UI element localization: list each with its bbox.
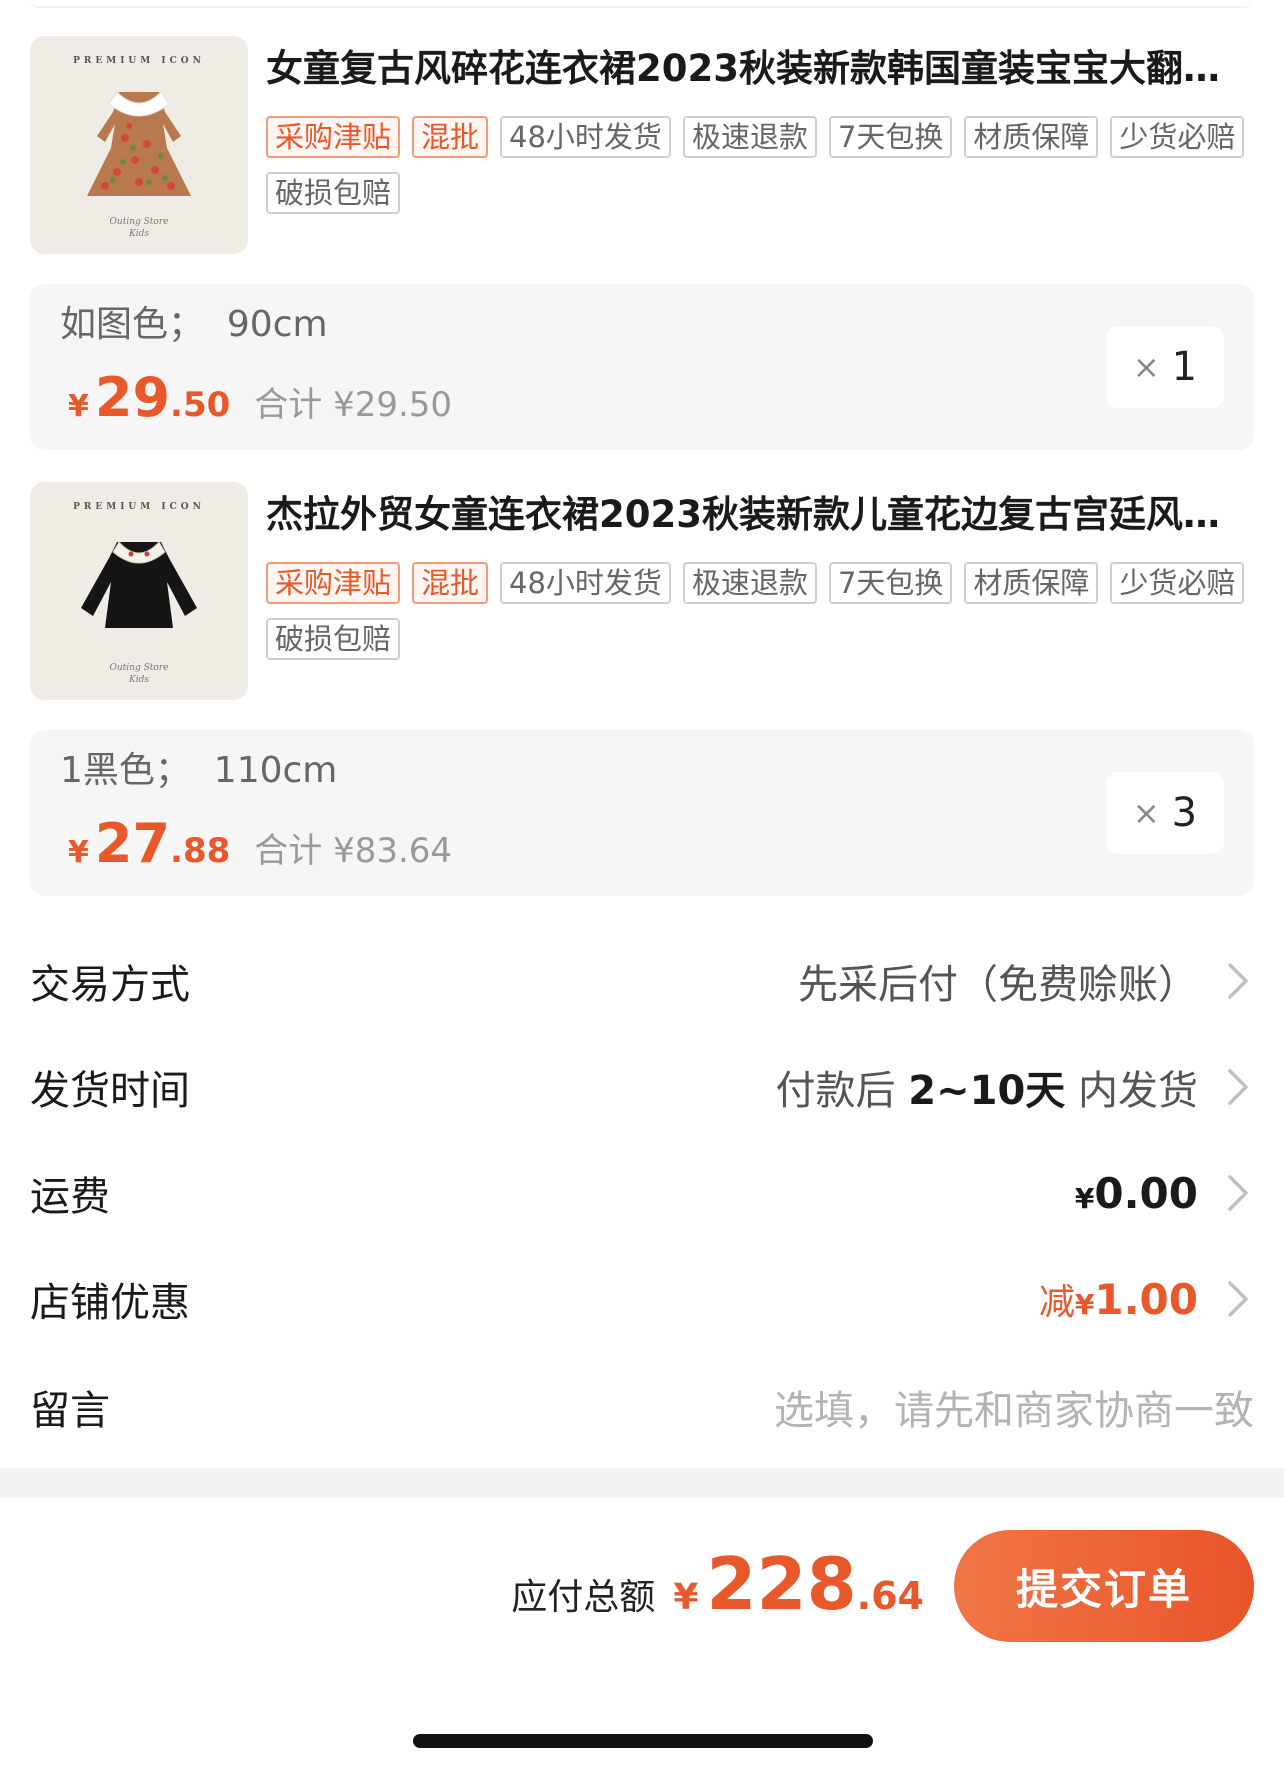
times-icon: × <box>1132 794 1160 832</box>
ship-time-range: 2~10天 <box>908 1068 1066 1114</box>
image-store-sub: Kids <box>129 229 149 239</box>
row-trade-method[interactable]: 交易方式 先采后付（免费赊账） <box>30 936 1254 1026</box>
tag-purchase-subsidy: 采购津贴 <box>266 562 401 604</box>
price-line: ¥ 27 .88 合计 ¥83.64 <box>68 816 452 872</box>
service-tags: 采购津贴 混批 48小时发货 极速退款 7天包换 材质保障 少货必赔 破损包赔 <box>266 116 1251 214</box>
ship-time-suffix: 内发货 <box>1065 1068 1198 1114</box>
checkout-bar: 应付总额 ¥ 228 .64 提交订单 <box>0 1498 1284 1772</box>
price-currency: ¥ <box>68 835 89 870</box>
tag-material-guarantee: 材质保障 <box>964 562 1099 604</box>
ship-time-value: 付款后 2~10天 内发货 <box>776 1058 1198 1116</box>
price-currency: ¥ <box>68 389 89 424</box>
times-icon: × <box>1132 348 1160 386</box>
product-image[interactable]: PREMIUM ICON Outing Store Kids <box>30 36 248 254</box>
price-decimal: .88 <box>170 831 231 871</box>
tag-mixed-batch: 混批 <box>412 562 489 604</box>
sku-panel: 如图色； 90cm ¥ 29 .50 合计 ¥29.50 × 1 <box>30 284 1254 450</box>
product-title[interactable]: 杰拉外贸女童连衣裙2023秋装新款儿童花边复古宫廷风长袖裙子 <box>266 492 1251 538</box>
image-brand-text: PREMIUM ICON <box>73 56 205 66</box>
discount-value: 减¥1.00 <box>1039 1273 1198 1325</box>
quantity-value: 1 <box>1171 344 1198 390</box>
row-freight[interactable]: 运费 ¥0.00 <box>30 1148 1254 1238</box>
chevron-right-icon <box>1228 1069 1248 1105</box>
discount-amount: 1.00 <box>1094 1275 1198 1324</box>
sku-spec[interactable]: 如图色； 90cm <box>60 302 328 348</box>
service-tags: 采购津贴 混批 48小时发货 极速退款 7天包换 材质保障 少货必赔 破损包赔 <box>266 562 1251 660</box>
quantity-value: 3 <box>1171 790 1198 836</box>
chevron-right-icon <box>1228 1175 1248 1211</box>
product-item[interactable]: PREMIUM ICON Outing Store Kids 女童复古风碎花连衣… <box>30 36 1254 256</box>
row-label: 运费 <box>30 1174 110 1220</box>
ship-time-prefix: 付款后 <box>775 1068 909 1114</box>
section-divider <box>0 1468 1284 1498</box>
tag-48h-ship: 48小时发货 <box>500 562 671 604</box>
tag-shortage-compensation: 少货必赔 <box>1110 116 1245 158</box>
chevron-right-icon <box>1228 1281 1248 1317</box>
total-integer: 228 <box>706 1542 857 1626</box>
row-label: 交易方式 <box>30 962 190 1008</box>
price-integer: 27 <box>94 812 171 875</box>
sku-spec[interactable]: 1黑色； 110cm <box>60 748 337 794</box>
row-label: 发货时间 <box>30 1068 190 1114</box>
tag-mixed-batch: 混批 <box>412 116 489 158</box>
row-shop-discount[interactable]: 店铺优惠 减¥1.00 <box>30 1254 1254 1344</box>
home-indicator[interactable] <box>413 1734 873 1748</box>
row-label: 留言 <box>30 1388 110 1434</box>
floral-dress-icon <box>87 91 191 196</box>
discount-prefix: 减 <box>1038 1282 1075 1323</box>
price-line: ¥ 29 .50 合计 ¥29.50 <box>68 370 452 426</box>
quantity-stepper[interactable]: × 1 <box>1106 326 1224 408</box>
top-card-edge <box>30 0 1252 8</box>
image-brand-text: PREMIUM ICON <box>73 502 205 512</box>
total-decimal: .64 <box>856 1574 924 1618</box>
sku-panel: 1黑色； 110cm ¥ 27 .88 合计 ¥83.64 × 3 <box>30 730 1254 896</box>
tag-shortage-compensation: 少货必赔 <box>1110 562 1245 604</box>
total-currency: ¥ <box>673 1577 699 1618</box>
image-store-text: Outing Store <box>109 663 169 673</box>
price-integer: 29 <box>94 366 171 429</box>
tag-damage-compensation: 破损包赔 <box>266 172 401 214</box>
tag-fast-refund: 极速退款 <box>682 562 817 604</box>
product-title[interactable]: 女童复古风碎花连衣裙2023秋装新款韩国童装宝宝大翻领公主裙 <box>266 46 1251 92</box>
tag-7day-exchange: 7天包换 <box>828 116 953 158</box>
product-image[interactable]: PREMIUM ICON Outing Store Kids <box>30 482 248 700</box>
subtotal-text: 合计 ¥29.50 <box>254 385 453 425</box>
price-decimal: .50 <box>170 385 231 425</box>
tag-material-guarantee: 材质保障 <box>964 116 1099 158</box>
discount-currency: ¥ <box>1074 1288 1095 1321</box>
trade-method-value: 先采后付（免费赊账） <box>798 962 1198 1008</box>
image-store-text: Outing Store <box>109 217 169 227</box>
row-label: 店铺优惠 <box>30 1280 190 1326</box>
freight-currency: ¥ <box>1074 1181 1095 1215</box>
row-message: 留言 选填，请先和商家协商一致 <box>30 1362 1254 1452</box>
tag-7day-exchange: 7天包换 <box>828 562 953 604</box>
message-input[interactable]: 选填，请先和商家协商一致 <box>774 1378 1254 1436</box>
tag-fast-refund: 极速退款 <box>682 116 817 158</box>
subtotal-text: 合计 ¥83.64 <box>254 831 453 871</box>
tag-damage-compensation: 破损包赔 <box>266 618 401 660</box>
row-ship-time[interactable]: 发货时间 付款后 2~10天 内发货 <box>30 1042 1254 1132</box>
quantity-stepper[interactable]: × 3 <box>1106 772 1224 854</box>
product-item[interactable]: PREMIUM ICON Outing Store Kids 杰拉外贸女童连衣裙… <box>30 482 1254 702</box>
image-store-sub: Kids <box>129 675 149 685</box>
total-amount: 应付总额 ¥ 228 .64 <box>511 1544 924 1624</box>
tag-purchase-subsidy: 采购津贴 <box>266 116 401 158</box>
total-label: 应付总额 <box>511 1577 656 1618</box>
tag-48h-ship: 48小时发货 <box>500 116 671 158</box>
freight-amount: 0.00 <box>1094 1168 1198 1218</box>
chevron-right-icon <box>1228 963 1248 999</box>
submit-order-button[interactable]: 提交订单 <box>954 1530 1254 1642</box>
black-dress-icon <box>81 541 197 628</box>
freight-value: ¥0.00 <box>1075 1169 1198 1218</box>
